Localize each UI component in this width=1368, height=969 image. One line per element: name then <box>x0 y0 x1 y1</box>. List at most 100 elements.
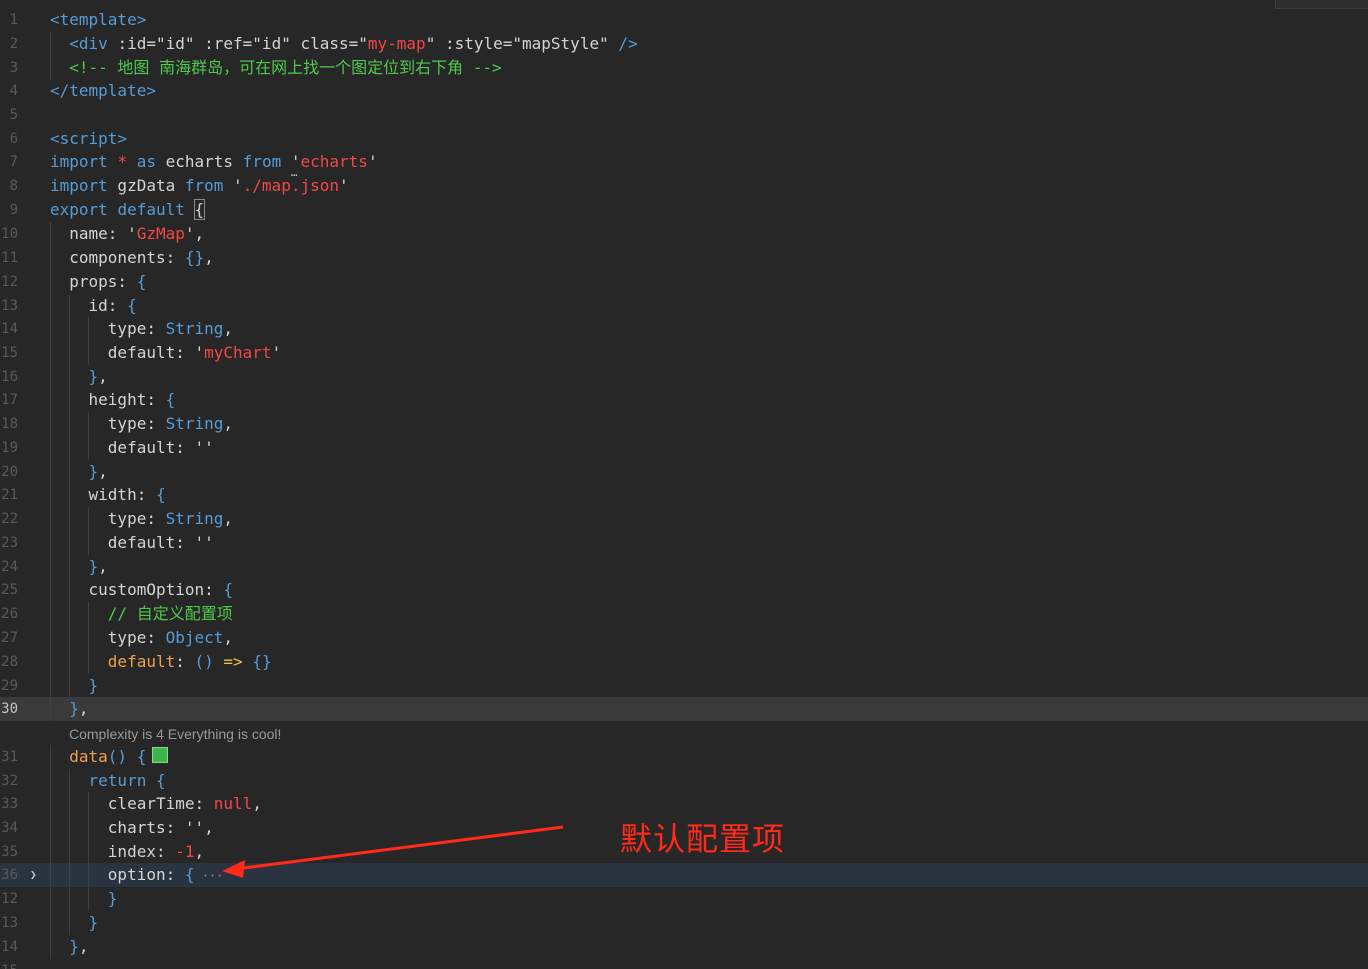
code-text[interactable]: // 自定义配置项 <box>50 602 233 626</box>
code-line[interactable]: 15 default: 'myChart' <box>0 341 1368 365</box>
code-line[interactable]: 14 type: String, <box>0 317 1368 341</box>
code-line[interactable]: 33 clearTime: null, <box>0 792 1368 816</box>
code-text[interactable]: <script> <box>50 127 127 151</box>
code-token: ' <box>223 176 243 195</box>
code-line[interactable]: 32 return { <box>0 769 1368 793</box>
code-line[interactable]: 18 type: String, <box>0 412 1368 436</box>
code-text[interactable]: </template> <box>50 79 156 103</box>
code-token: name: ' <box>50 224 137 243</box>
code-line[interactable]: 29 } <box>0 674 1368 698</box>
code-line[interactable]: 1 <template> <box>0 8 1368 32</box>
code-line[interactable]: 36 ❯ option: { ··· <box>0 863 1368 887</box>
code-line[interactable]: 23 default: '' <box>0 531 1368 555</box>
line-number: 12 <box>1 274 18 290</box>
code-token: : <box>175 652 195 671</box>
code-line[interactable]: 24 }, <box>0 555 1368 579</box>
code-token: as <box>136 152 156 171</box>
code-text[interactable]: charts: '', <box>50 816 214 840</box>
code-text[interactable]: components: {}, <box>50 246 214 270</box>
fold-chevron-icon[interactable]: ❯ <box>30 863 44 887</box>
code-text[interactable]: type: String, <box>50 507 233 531</box>
code-text[interactable]: option: { ··· <box>50 863 224 887</box>
code-line[interactable]: 2 <div :id="id" :ref="id" class="my-map"… <box>0 32 1368 56</box>
code-text[interactable]: index: -1, <box>50 840 204 864</box>
code-text[interactable]: } <box>50 887 118 911</box>
code-text[interactable]: type: Object, <box>50 626 233 650</box>
line-number: 30 <box>1 701 18 717</box>
code-text[interactable]: default: '' <box>50 531 214 555</box>
code-line[interactable]: 25 customOption: { <box>0 578 1368 602</box>
line-number: 9 <box>9 202 18 218</box>
code-text[interactable]: }, <box>50 555 108 579</box>
code-line[interactable]: 30 }, <box>0 697 1368 721</box>
code-text[interactable]: width: { <box>50 483 166 507</box>
code-text[interactable]: default: 'myChart' <box>50 341 281 365</box>
code-line[interactable]: 3 <!-- 地图 南海群岛，可在网上找一个图定位到右下角 --> <box>0 56 1368 80</box>
code-line[interactable]: 12 props: { <box>0 270 1368 294</box>
code-line[interactable]: 21 width: { <box>0 483 1368 507</box>
code-token: type: <box>50 509 166 528</box>
code-token: ··· <box>194 869 224 883</box>
code-token: {} <box>252 652 272 671</box>
code-line[interactable]: 6 <script> <box>0 127 1368 151</box>
code-line[interactable]: 13 id: { <box>0 294 1368 318</box>
code-line[interactable]: 14 }, <box>0 935 1368 959</box>
code-text[interactable]: import * as echarts from 'echarts' <box>50 150 378 174</box>
code-text[interactable]: }, <box>50 697 88 721</box>
code-line[interactable]: 17 height: { <box>0 388 1368 412</box>
line-number: 7 <box>9 154 18 170</box>
code-text[interactable]: type: String, <box>50 412 233 436</box>
code-line[interactable]: 13 } <box>0 911 1368 935</box>
code-line[interactable]: 8 import gzData from './map.json' <box>0 174 1368 198</box>
code-editor[interactable]: 1 <template> 2 <div :id="id" :ref="id" cla… <box>0 0 1368 969</box>
code-token: { <box>136 747 147 766</box>
code-line[interactable]: 20 }, <box>0 460 1368 484</box>
code-line[interactable]: 9 export default { <box>0 198 1368 222</box>
code-text[interactable]: }, <box>50 365 108 389</box>
code-text[interactable]: default: () => {} <box>50 650 272 674</box>
code-line[interactable]: 12 } <box>0 887 1368 911</box>
code-text[interactable]: } <box>50 911 99 935</box>
code-token: } <box>88 913 99 932</box>
code-token: , <box>223 414 234 433</box>
code-line[interactable]: 10 name: 'GzMap', <box>0 222 1368 246</box>
code-token: String <box>165 414 224 433</box>
code-line[interactable]: 22 type: String, <box>0 507 1368 531</box>
code-text[interactable]: }, <box>50 460 108 484</box>
code-text[interactable]: name: 'GzMap', <box>50 222 204 246</box>
code-token: } <box>107 889 118 908</box>
code-text[interactable]: type: String, <box>50 317 233 341</box>
code-text[interactable]: import gzData from './map.json' <box>50 174 349 198</box>
code-line[interactable]: 15 <box>0 959 1368 969</box>
code-text[interactable]: props: { <box>50 270 146 294</box>
code-text[interactable]: data() { <box>50 745 169 769</box>
code-line[interactable]: 28 default: () => {} <box>0 650 1368 674</box>
code-token: import <box>50 152 108 171</box>
code-line[interactable]: 11 components: {}, <box>0 246 1368 270</box>
code-token: option: <box>50 865 185 884</box>
code-text[interactable]: <template> <box>50 8 146 32</box>
code-text[interactable]: clearTime: null, <box>50 792 262 816</box>
code-line[interactable]: 26 // 自定义配置项 <box>0 602 1368 626</box>
code-line[interactable]: 19 default: '' <box>0 436 1368 460</box>
code-line[interactable]: 16 }, <box>0 365 1368 389</box>
code-text[interactable]: export default { <box>50 198 206 222</box>
code-token: " :style="mapStyle" <box>425 34 619 53</box>
code-text[interactable]: default: '' <box>50 436 214 460</box>
code-text[interactable]: } <box>50 674 99 698</box>
code-token: default <box>50 652 176 671</box>
code-text[interactable]: <div :id="id" :ref="id" class="my-map" :… <box>50 32 637 56</box>
code-line[interactable]: 27 type: Object, <box>0 626 1368 650</box>
code-token: myChart <box>204 343 272 362</box>
code-text[interactable]: <!-- 地图 南海群岛，可在网上找一个图定位到右下角 --> <box>50 56 501 80</box>
code-text[interactable]: id: { <box>50 294 137 318</box>
code-line[interactable]: 31 data() { <box>0 745 1368 769</box>
code-line[interactable]: 7 import * as echarts from 'echarts' <box>0 150 1368 174</box>
code-text[interactable]: return { <box>50 769 166 793</box>
code-text[interactable]: }, <box>50 935 88 959</box>
code-line[interactable]: 4 </template> <box>0 79 1368 103</box>
code-text[interactable]: customOption: { <box>50 578 234 602</box>
code-text[interactable]: height: { <box>50 388 176 412</box>
code-token: } <box>69 937 79 956</box>
code-line[interactable]: 5 <box>0 103 1368 127</box>
